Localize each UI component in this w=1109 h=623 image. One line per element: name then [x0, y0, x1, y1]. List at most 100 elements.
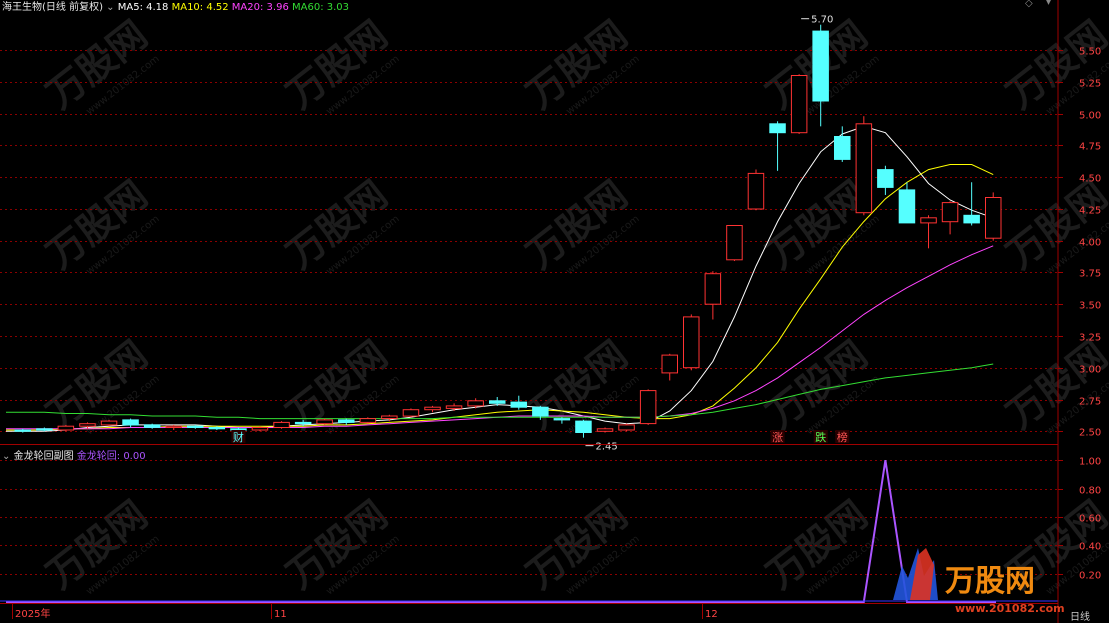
y-tick-label: 3.50 [1079, 301, 1101, 312]
sub-y-tick-label: 0.20 [1079, 571, 1101, 582]
candle-body [639, 390, 657, 425]
candle-body [510, 401, 527, 408]
candle-body [316, 419, 333, 425]
candle-body [747, 172, 765, 210]
candle [790, 74, 808, 134]
event-tag: 涨 [772, 431, 783, 444]
candle-body [553, 418, 571, 421]
candle-body [14, 429, 31, 432]
candle [618, 423, 635, 432]
chart-stage: 万股网www.201082.com 万股网www.201082.com 万股网www… [0, 0, 1109, 623]
candle-body [165, 425, 182, 429]
candle [14, 428, 31, 433]
candle [941, 201, 959, 235]
candle [122, 418, 139, 428]
logo-brand-text: 万股网 [945, 564, 1035, 599]
candle-body [359, 418, 377, 423]
logo-url-text: www.201082.com [955, 602, 1065, 615]
period-label[interactable]: 日线 [1070, 608, 1090, 623]
candle [57, 424, 75, 432]
candle-body [294, 421, 312, 425]
candle [747, 169, 765, 211]
candle [877, 165, 894, 195]
candle-body [251, 427, 269, 431]
sub-y-tick-label: 0.60 [1079, 514, 1101, 525]
candle-body [963, 214, 980, 224]
candle-body [402, 409, 420, 417]
candle-body [36, 428, 53, 431]
y-tick-label: 2.75 [1079, 397, 1101, 408]
dropdown-icon[interactable]: ⌄ [2, 451, 10, 462]
event-tags: 财 涨 跌榜 [231, 430, 850, 444]
candle [273, 421, 290, 429]
y-tick-label: 4.25 [1079, 206, 1101, 217]
candle [726, 225, 743, 262]
indicator-value: 金龙轮回: 0.00 [76, 451, 146, 462]
candle-body [661, 354, 678, 374]
candle [100, 419, 118, 427]
subchart-title[interactable]: 金龙轮回副图 [14, 451, 74, 462]
candle-body [985, 197, 1002, 239]
candle [683, 314, 700, 371]
sub-y-tick-label: 1.00 [1079, 457, 1101, 468]
chart-header: 海王生物(日线 前复权) ⌄ MA5: 4.18 MA10: 4.52 MA20… [2, 0, 349, 13]
x-tick-label: 12 [705, 609, 718, 620]
candle [898, 182, 916, 224]
sub-y-tick-label: 0.80 [1079, 486, 1101, 497]
candle-body [424, 406, 441, 411]
candle [402, 408, 420, 418]
diamond-icon[interactable]: ◇ [1025, 0, 1033, 9]
candle-body [338, 419, 355, 423]
candle-body [208, 427, 226, 430]
y-tick-label: 5.00 [1079, 111, 1101, 122]
y-tick-label: 2.50 [1079, 428, 1101, 439]
watermark-layer: 万股网www.201082.com 万股网www.201082.com 万股网www… [38, 12, 1109, 597]
candle-body [596, 428, 614, 432]
candle-body [790, 75, 808, 134]
candle [963, 182, 980, 226]
event-tag: 跌 [815, 430, 826, 444]
dropdown-icon[interactable]: ⌄ [106, 2, 114, 13]
candle-body [445, 405, 463, 409]
ma5-value: MA5: 4.18 [117, 2, 169, 13]
menu-arrow-icon[interactable]: ▾ [1046, 0, 1051, 8]
candle-body [143, 424, 161, 428]
candle-body [532, 406, 549, 417]
symbol-title[interactable]: 海王生物(日线 前复权) [2, 2, 103, 13]
x-tick-label: 2025年 [15, 607, 50, 620]
candle-body [769, 123, 786, 134]
candle-body [467, 400, 484, 407]
y-tick-label: 4.00 [1079, 238, 1101, 249]
candle [661, 353, 678, 381]
y-tick-label: 5.50 [1079, 47, 1101, 58]
candle-body [812, 30, 829, 102]
candle [704, 271, 722, 320]
candle-body [898, 189, 916, 224]
sub-y-tick-label: 0.40 [1079, 542, 1101, 553]
candle-body [877, 169, 894, 188]
ma20-value: MA20: 3.96 [231, 2, 289, 13]
candle-body [683, 316, 700, 369]
event-tag: 财 [233, 430, 244, 444]
candle-body [855, 123, 873, 214]
subchart-header: ⌄ 金龙轮回副图 金龙轮回: 0.00 [2, 447, 146, 462]
y-tick-label: 3.25 [1079, 333, 1101, 344]
candle [985, 192, 1002, 241]
candle-body [273, 421, 290, 428]
candle-body [941, 202, 959, 223]
ma60-value: MA60: 3.03 [292, 2, 350, 13]
candle [165, 424, 182, 431]
candle-body [57, 425, 75, 431]
candle-body [489, 400, 506, 404]
candle-body [575, 420, 592, 434]
candle [769, 121, 786, 171]
x-tick-label: 11 [274, 609, 287, 620]
candle-body [381, 415, 398, 419]
candle [639, 389, 657, 425]
candle [575, 419, 592, 438]
candle [316, 418, 333, 425]
candle-body [187, 425, 204, 429]
candle [424, 405, 441, 413]
candle-body [726, 225, 743, 261]
candle-body [618, 424, 635, 431]
